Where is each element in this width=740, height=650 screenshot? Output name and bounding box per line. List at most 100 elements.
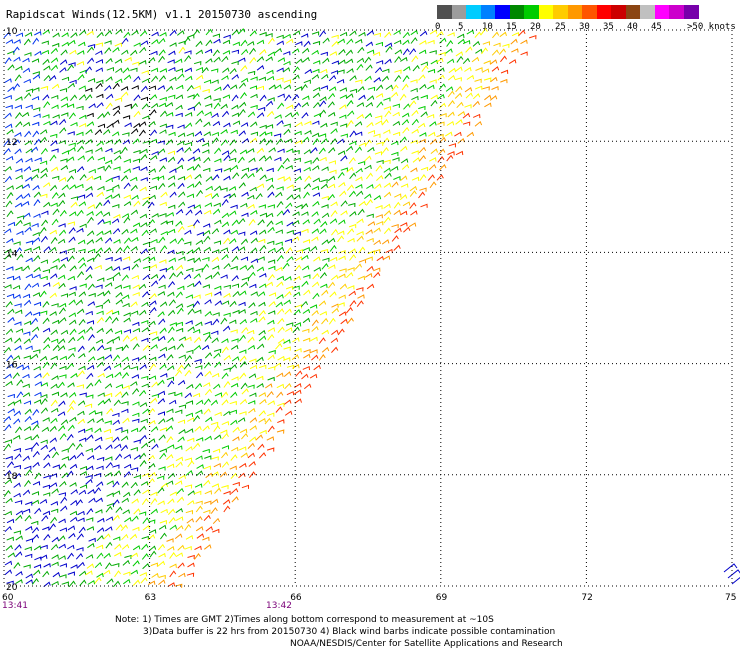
wind-barb [24,435,32,441]
wind-barb [174,58,183,64]
wind-barb [303,274,311,279]
wind-barb [212,528,220,534]
wind-barb [158,353,166,359]
wind-barb [411,109,419,116]
wind-barb [327,101,335,108]
wind-barb [221,55,229,63]
wind-barb [13,83,20,90]
wind-barb [292,94,300,101]
wind-barb [259,49,267,55]
wind-barb [78,318,86,326]
wind-barb [41,426,50,432]
wind-barb [32,37,40,45]
wind-barb [95,210,103,217]
wind-barb [312,200,320,207]
wind-barb [158,55,165,63]
wind-barb [23,355,31,360]
wind-barb [94,128,103,135]
note-line-2: 3)Data buffer is 22 hrs from 20150730 4)… [143,627,556,637]
wind-barb [105,444,113,450]
wind-barb [59,480,67,488]
wind-barb [240,202,248,208]
wind-barb [229,319,237,324]
wind-barb [283,50,291,56]
wind-barb [67,255,75,262]
wind-barb [286,390,295,396]
wind-barb [293,194,301,200]
wind-barb [348,223,357,229]
wind-barb [214,185,222,192]
wind-barb [383,182,392,188]
wind-barb [58,263,66,270]
wind-barb [194,483,203,488]
wind-barb [112,436,120,443]
wind-barb [373,194,382,201]
wind-barb [51,375,59,381]
wind-barb [285,165,293,170]
wind-barb [194,101,202,108]
wind-barb [421,65,429,72]
wind-barb [355,184,363,189]
wind-barb [105,266,113,271]
wind-barb [202,223,211,228]
wind-barb [411,118,419,126]
wind-barb [114,329,123,335]
wind-barb [446,121,455,126]
wind-barb [177,285,185,290]
wind-barb [175,461,183,468]
wind-barb [169,570,177,578]
wind-barb [141,553,149,560]
wind-barb [140,154,148,161]
wind-barb [14,202,23,208]
wind-barb [124,56,132,62]
wind-barb [96,552,104,560]
wind-barb [319,311,327,316]
wind-barb [15,158,24,164]
wind-barb [97,156,105,161]
wind-barb [185,400,194,405]
wind-barb [420,94,428,99]
wind-barb [223,167,231,172]
wind-barb [115,383,124,389]
wind-barb [3,147,11,155]
wind-barb [203,235,211,243]
wind-barb [185,469,193,476]
wind-barb [31,520,39,525]
wind-barb [66,433,74,441]
wind-barb [157,398,166,405]
wind-barb [194,180,202,188]
wind-barb [472,113,481,119]
wind-barb [256,356,264,363]
wind-barb [3,415,12,422]
wind-barb [121,391,129,398]
wind-barb [34,472,42,480]
wind-barb [348,190,357,198]
wind-barb [105,516,114,521]
wind-barb [58,535,66,542]
wind-barb [123,168,131,174]
wind-barb [14,500,23,505]
wind-barb [34,373,42,379]
wind-barb [319,96,327,102]
wind-barb [187,554,195,560]
wind-barb [222,50,231,55]
wind-barb [250,291,258,296]
wind-barb [256,112,265,119]
wind-barb [221,300,230,305]
wind-barb [5,200,13,208]
wind-barb [185,412,194,417]
wind-barb [132,401,140,406]
wind-barb [34,556,42,561]
wind-barb [85,447,93,453]
wind-barb [447,74,456,81]
wind-barb [330,337,339,343]
wind-barb [60,392,68,398]
wind-barb [408,222,417,228]
wind-barb [357,275,366,280]
note-line-1: Note: 1) Times are GMT 2)Times along bot… [115,615,494,625]
wind-barb [214,300,223,306]
wind-barb [115,291,123,298]
wind-barb [21,111,30,118]
wind-barb [59,574,67,579]
wind-barb [14,303,22,308]
